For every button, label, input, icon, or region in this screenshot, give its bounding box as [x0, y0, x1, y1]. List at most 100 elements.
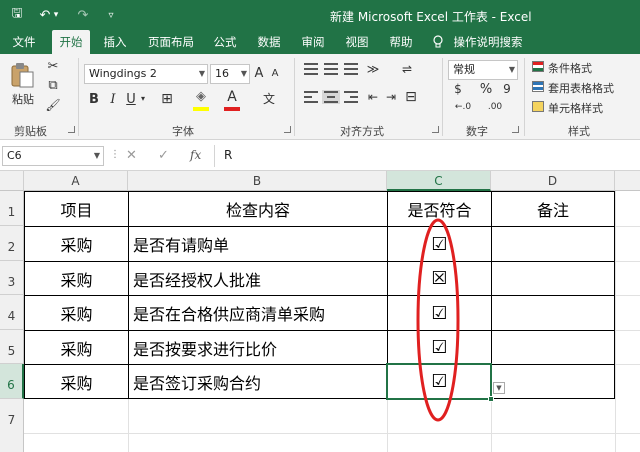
cell-b1[interactable]: 检查内容	[129, 192, 387, 226]
font-color-swatch	[224, 107, 240, 111]
number-group-label: 数字	[466, 125, 488, 138]
tab-file[interactable]: 文件	[6, 30, 42, 54]
column-header-a[interactable]: A	[24, 171, 128, 191]
tab-data[interactable]: 数据	[252, 30, 286, 54]
border-icon[interactable]: ⊞	[158, 91, 176, 107]
cell-b2[interactable]: 是否有请购单	[129, 227, 387, 261]
name-box[interactable]: C6 ▼	[2, 146, 104, 166]
comma-style-icon[interactable]: 9	[500, 82, 514, 96]
number-launcher-icon[interactable]	[512, 126, 519, 133]
font-size-combo[interactable]: 16 ▼	[210, 64, 250, 84]
underline-button[interactable]: U	[124, 92, 138, 107]
cut-icon[interactable]: ✂	[46, 59, 60, 74]
cell-b3[interactable]: 是否经授权人批准	[129, 262, 387, 295]
worksheet-grid[interactable]: A B C D 1 2 3 4 5 6 7 项目 检查内容 是否符合 备注 采购…	[0, 171, 640, 452]
align-right-icon[interactable]	[342, 90, 360, 104]
cell-d5[interactable]	[492, 331, 614, 364]
fill-color-icon[interactable]: ◈	[192, 89, 210, 104]
italic-button[interactable]: I	[106, 92, 120, 107]
cell-d2[interactable]	[492, 227, 614, 261]
cell-b5[interactable]: 是否按要求进行比价	[129, 331, 387, 364]
font-color-button[interactable]: A	[224, 89, 240, 105]
column-header-b[interactable]: B	[128, 171, 387, 191]
conditional-format-button[interactable]: 条件格式	[548, 60, 628, 76]
row-header-7[interactable]: 7	[0, 399, 24, 452]
format-painter-icon[interactable]: 🖌	[45, 98, 60, 112]
cell-styles-button[interactable]: 单元格样式	[548, 100, 628, 116]
align-middle-icon[interactable]	[322, 62, 340, 76]
cell-b6[interactable]: 是否签订采购合约	[129, 365, 387, 398]
paste-button[interactable]: 粘贴	[8, 91, 38, 107]
formula-bar: C6 ▼ ⋮ ✕ ✓ fx R	[0, 141, 640, 171]
row-header-5[interactable]: 5	[0, 330, 24, 364]
redo-icon[interactable]: ↷	[72, 0, 94, 30]
bold-button[interactable]: B	[86, 92, 102, 107]
shrink-font-button[interactable]: A	[268, 68, 282, 79]
align-bottom-icon[interactable]	[342, 62, 360, 76]
decrease-decimal-icon[interactable]: .00	[482, 102, 508, 112]
tab-home[interactable]: 开始	[52, 30, 90, 54]
cell-a2[interactable]: 采购	[25, 227, 128, 261]
percent-button[interactable]: %	[478, 82, 494, 97]
cell-a6[interactable]: 采购	[25, 365, 128, 398]
chevron-down-icon: ▼	[508, 65, 515, 74]
wrap-text-icon[interactable]: ⇌	[398, 62, 416, 76]
select-all-corner[interactable]	[0, 171, 24, 191]
enter-icon[interactable]: ✓	[158, 148, 169, 163]
clipboard-launcher-icon[interactable]	[68, 126, 75, 133]
cell-d6[interactable]	[492, 365, 614, 398]
currency-icon[interactable]: $	[450, 82, 466, 96]
paste-icon[interactable]	[10, 62, 34, 88]
cell-a5[interactable]: 采购	[25, 331, 128, 364]
customize-quick-access-icon[interactable]: ▿	[100, 0, 122, 30]
tab-view[interactable]: 视图	[340, 30, 374, 54]
align-left-icon[interactable]	[302, 90, 320, 104]
insert-function-icon[interactable]: fx	[190, 148, 201, 162]
decrease-indent-icon[interactable]: ⇤	[364, 90, 382, 104]
window-title: 新建 Microsoft Excel 工作表 - Excel	[330, 10, 532, 24]
fill-handle[interactable]	[488, 396, 494, 402]
undo-dropdown-icon[interactable]: ▾	[50, 0, 62, 30]
orientation-icon[interactable]: ≫	[364, 62, 382, 76]
row-header-6[interactable]: 6	[0, 364, 24, 399]
row-header-2[interactable]: 2	[0, 226, 24, 261]
underline-dropdown-icon[interactable]: ▾	[138, 94, 148, 103]
cell-d1[interactable]: 备注	[492, 192, 614, 226]
row-header-1[interactable]: 1	[0, 191, 24, 226]
cell-d4[interactable]	[492, 296, 614, 330]
row-header-3[interactable]: 3	[0, 261, 24, 295]
row-header-4[interactable]: 4	[0, 295, 24, 330]
font-launcher-icon[interactable]	[284, 126, 291, 133]
increase-decimal-icon[interactable]: ←.0	[450, 102, 476, 112]
red-circle-annotation	[416, 218, 460, 422]
number-format-combo[interactable]: 常规 ▼	[448, 60, 518, 80]
grow-font-button[interactable]: A	[252, 66, 266, 81]
save-icon[interactable]: 🖫	[6, 0, 28, 30]
alignment-launcher-icon[interactable]	[432, 126, 439, 133]
copy-icon[interactable]: ⧉	[46, 78, 60, 93]
cancel-icon[interactable]: ✕	[126, 148, 137, 163]
merge-center-icon[interactable]: ⊟	[402, 89, 420, 105]
cell-a1[interactable]: 项目	[25, 192, 128, 226]
align-center-icon[interactable]	[322, 90, 340, 104]
tab-insert[interactable]: 插入	[98, 30, 132, 54]
tab-help[interactable]: 帮助	[384, 30, 418, 54]
column-header-e[interactable]	[615, 171, 640, 191]
phonetic-icon[interactable]: 文	[260, 90, 278, 107]
tab-formulas[interactable]: 公式	[208, 30, 242, 54]
tab-page-layout[interactable]: 页面布局	[142, 30, 200, 54]
column-header-c[interactable]: C	[387, 171, 491, 191]
cell-b4[interactable]: 是否在合格供应商清单采购	[129, 296, 387, 330]
align-top-icon[interactable]	[302, 62, 320, 76]
dropdown-arrow-icon[interactable]: ▼	[493, 382, 505, 394]
tell-me-search[interactable]: 操作说明搜索	[448, 30, 528, 54]
format-as-table-button[interactable]: 套用表格格式	[548, 80, 636, 96]
cell-a4[interactable]: 采购	[25, 296, 128, 330]
font-name-combo[interactable]: Wingdings 2 ▼	[84, 64, 208, 84]
cell-d3[interactable]	[492, 262, 614, 295]
formula-input[interactable]: R	[224, 148, 232, 162]
tab-review[interactable]: 审阅	[296, 30, 330, 54]
increase-indent-icon[interactable]: ⇥	[382, 90, 400, 104]
column-header-d[interactable]: D	[491, 171, 615, 191]
cell-a3[interactable]: 采购	[25, 262, 128, 295]
